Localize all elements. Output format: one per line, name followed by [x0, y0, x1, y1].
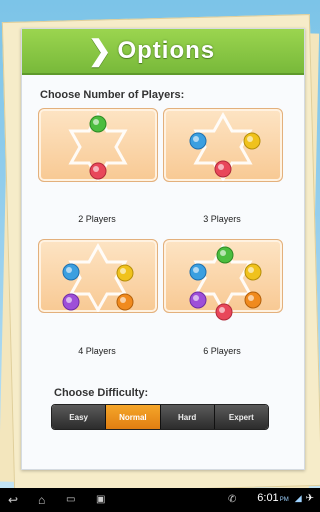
system-navigation-bar: ↩ ⌂ ▭ ▣ ✆ 6:01 PM ◢ ✈	[0, 488, 320, 512]
recent-apps-icon[interactable]: ▭	[66, 494, 75, 505]
difficulty-normal-button[interactable]: Normal	[106, 405, 161, 429]
home-icon[interactable]: ⌂	[38, 493, 45, 507]
board-star-icon	[68, 111, 128, 181]
three-players-label: 3 Players	[203, 214, 241, 224]
airplane-icon: ✈	[305, 492, 314, 504]
signal-icon: ◢	[294, 492, 302, 503]
difficulty-expert-button[interactable]: Expert	[214, 405, 268, 429]
chevron-right-icon: ❯	[88, 35, 112, 66]
screenshot-icon[interactable]: ▣	[96, 494, 105, 505]
board-star-icon	[62, 242, 134, 312]
three-players-option[interactable]	[163, 108, 283, 182]
difficulty-easy-button[interactable]: Easy	[52, 405, 107, 429]
difficulty-hard-button[interactable]: Hard	[160, 405, 215, 429]
difficulty-section-label: Choose Difficulty:	[54, 387, 149, 399]
page-title: Options	[117, 37, 216, 64]
back-icon[interactable]: ↩	[8, 493, 18, 507]
six-players-option[interactable]	[163, 239, 283, 321]
two-players-option[interactable]	[38, 108, 158, 182]
clock-ampm: PM	[279, 496, 289, 503]
options-header: ❯ Options	[22, 29, 304, 75]
clock-time: 6:01	[257, 492, 279, 504]
players-section-label: Choose Number of Players:	[40, 89, 185, 101]
four-players-label: 4 Players	[78, 346, 116, 356]
two-players-label: 2 Players	[78, 214, 116, 224]
red-marble	[215, 303, 233, 321]
difficulty-selector: Easy Normal Hard Expert	[51, 404, 269, 430]
four-players-option[interactable]	[38, 239, 158, 313]
status-area: 6:01 PM ◢ ✈	[257, 492, 314, 504]
six-players-label: 6 Players	[203, 346, 241, 356]
board-star-icon	[189, 111, 261, 181]
phone-icon: ✆	[228, 494, 237, 505]
